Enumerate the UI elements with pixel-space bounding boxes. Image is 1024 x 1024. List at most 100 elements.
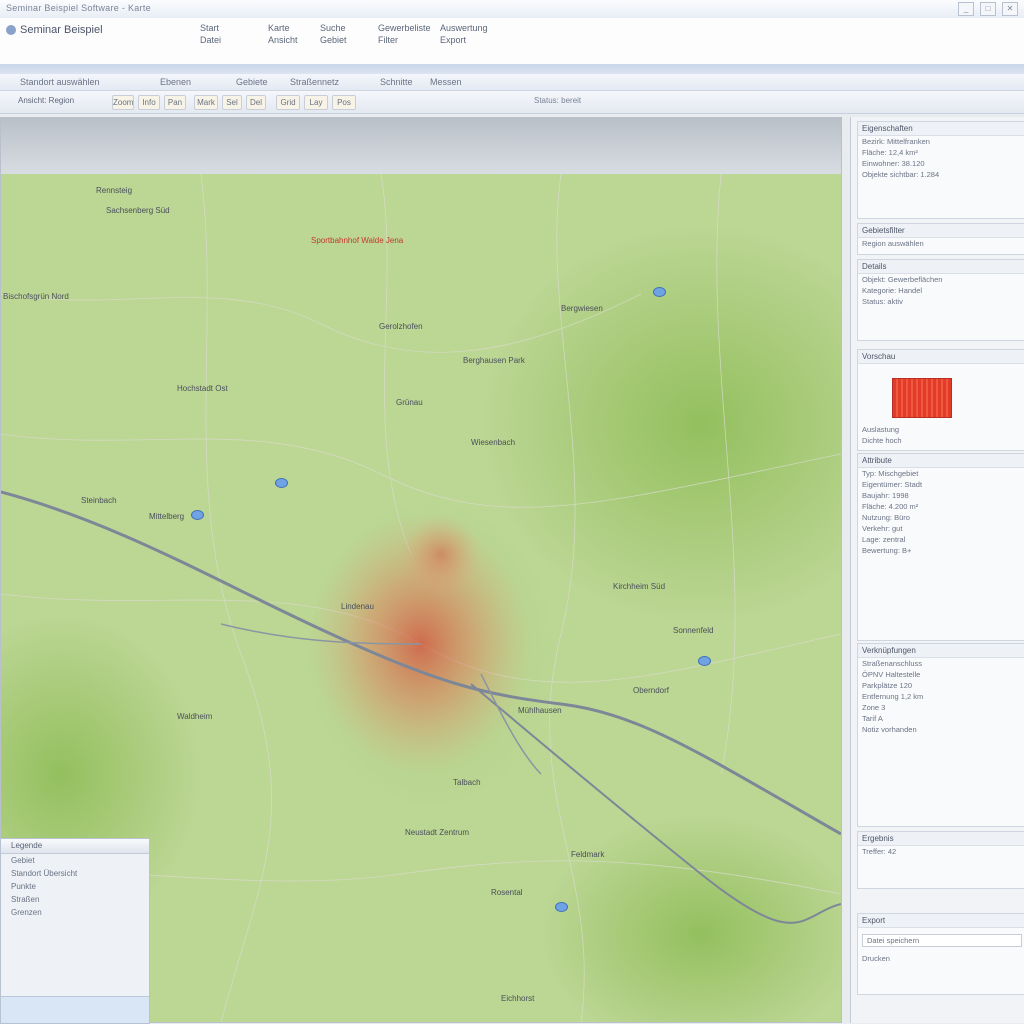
- map-label[interactable]: Oberndorf: [633, 686, 669, 695]
- section-title: Verknüpfungen: [858, 644, 1024, 658]
- ribbon-group-karte[interactable]: Karte Ansicht: [268, 22, 298, 46]
- map-label[interactable]: Sportbahnhof Walde Jena: [311, 236, 403, 245]
- section-row: Auslastung: [862, 425, 900, 434]
- mark-button[interactable]: Mark: [194, 95, 218, 110]
- location-pin-icon[interactable]: [555, 902, 568, 912]
- map-label[interactable]: Bergwiesen: [561, 304, 603, 313]
- section-row: Bezirk: Mittelfranken: [862, 137, 930, 146]
- ribbon-group-gewerbe[interactable]: Gewerbeliste Filter: [378, 22, 431, 46]
- delete-button[interactable]: Del: [246, 95, 266, 110]
- legend-row[interactable]: Straßen: [1, 893, 149, 906]
- maximize-button[interactable]: □: [980, 2, 996, 16]
- panel-section-links: Verknüpfungen Straßenanschluss ÖPNV Halt…: [857, 643, 1024, 827]
- save-button[interactable]: Datei speichern: [862, 934, 1022, 947]
- density-thumbnail[interactable]: [892, 378, 952, 418]
- urban-density-area: [401, 514, 481, 594]
- legend-row[interactable]: Grenzen: [1, 906, 149, 919]
- zoom-button[interactable]: Zoom: [112, 95, 134, 110]
- section-row: Notiz vorhanden: [862, 725, 917, 734]
- toolbar-primary: Standort auswählen Ebenen Gebiete Straße…: [0, 74, 1024, 91]
- section-row: Nutzung: Büro: [862, 513, 910, 522]
- info-button[interactable]: Info: [138, 95, 160, 110]
- map-label[interactable]: Hochstadt Ost: [177, 384, 228, 393]
- map-label[interactable]: Mühlhausen: [518, 706, 562, 715]
- legend-row[interactable]: Punkte: [1, 880, 149, 893]
- legend-row[interactable]: Gebiet: [1, 854, 149, 867]
- section-title: Details: [858, 260, 1024, 274]
- location-pin-icon[interactable]: [653, 287, 666, 297]
- window-title: Seminar Beispiel Software - Karte: [6, 3, 151, 13]
- position-button[interactable]: Pos: [332, 95, 356, 110]
- layer-button[interactable]: Lay: [304, 95, 328, 110]
- map-label[interactable]: Neustadt Zentrum: [405, 828, 469, 837]
- toolbar-item[interactable]: Schnitte: [380, 77, 413, 87]
- location-pin-icon[interactable]: [275, 478, 288, 488]
- panel-section-attributes: Attribute Typ: Mischgebiet Eigentümer: S…: [857, 453, 1024, 641]
- section-row: Einwohner: 38.120: [862, 159, 925, 168]
- legend-row[interactable]: Standort Übersicht: [1, 867, 149, 880]
- section-row: Typ: Mischgebiet: [862, 469, 919, 478]
- menu-bar: [0, 64, 1024, 74]
- map-label[interactable]: Talbach: [453, 778, 481, 787]
- map-label[interactable]: Eichhorst: [501, 994, 534, 1003]
- view-label: Ansicht: Region: [18, 96, 75, 105]
- minimize-button[interactable]: _: [958, 2, 974, 16]
- pan-button[interactable]: Pan: [164, 95, 186, 110]
- section-row: Baujahr: 1998: [862, 491, 909, 500]
- section-row: Entfernung 1,2 km: [862, 692, 924, 701]
- section-row: Objekte sichtbar: 1.284: [862, 170, 940, 179]
- map-label[interactable]: Sachsenberg Süd: [106, 206, 170, 215]
- legend-title[interactable]: Legende: [1, 839, 149, 854]
- toolbar-item[interactable]: Gebiete: [236, 77, 268, 87]
- section-row: Zone 3: [862, 703, 886, 712]
- ribbon-group-auswertung[interactable]: Auswertung Export: [440, 22, 488, 46]
- location-pin-icon[interactable]: [191, 510, 204, 520]
- print-button[interactable]: Drucken: [858, 953, 1024, 964]
- section-title: Export: [858, 914, 1024, 928]
- app-name: Seminar Beispiel: [20, 24, 103, 36]
- ribbon-group-start[interactable]: Start Datei: [200, 22, 221, 46]
- map-label[interactable]: Lindenau: [341, 602, 374, 611]
- section-title: Gebietsfilter: [858, 224, 1024, 238]
- section-row: Lage: zentral: [862, 535, 906, 544]
- region-select[interactable]: Region auswählen: [858, 238, 1024, 249]
- toolbar-item[interactable]: Messen: [430, 77, 462, 87]
- section-row: Dichte hoch: [862, 436, 902, 445]
- map-label[interactable]: Waldheim: [177, 712, 212, 721]
- toolbar-item[interactable]: Straßennetz: [290, 77, 339, 87]
- select-button[interactable]: Sel: [222, 95, 242, 110]
- section-row: Kategorie: Handel: [862, 286, 923, 295]
- panel-section-result: Ergebnis Treffer: 42: [857, 831, 1024, 889]
- map-label[interactable]: Steinbach: [81, 496, 117, 505]
- map-label[interactable]: Kirchheim Süd: [613, 582, 665, 591]
- ribbon-label: Auswertung: [440, 23, 488, 33]
- panel-section-properties: Eigenschaften Bezirk: Mittelfranken Fläc…: [857, 121, 1024, 219]
- section-row: Bewertung: B+: [862, 546, 912, 555]
- close-button[interactable]: ✕: [1002, 2, 1018, 16]
- section-row: Straßenanschluss: [862, 659, 923, 668]
- map-label[interactable]: Gerolzhofen: [379, 322, 423, 331]
- section-row: Objekt: Gewerbeflächen: [862, 275, 943, 284]
- map-label[interactable]: Feldmark: [571, 850, 604, 859]
- map-label[interactable]: Rennsteig: [96, 186, 132, 195]
- app-logo[interactable]: Seminar Beispiel: [6, 24, 103, 36]
- toolbar-item[interactable]: Ebenen: [160, 77, 191, 87]
- ribbon-group-suche[interactable]: Suche Gebiet: [320, 22, 347, 46]
- section-title: Eigenschaften: [858, 122, 1024, 136]
- map-label[interactable]: Mittelberg: [149, 512, 184, 521]
- section-row: Parkplätze 120: [862, 681, 913, 690]
- location-pin-icon[interactable]: [698, 656, 711, 666]
- ribbon-label: Suche: [320, 23, 346, 33]
- ribbon-label: Start: [200, 23, 220, 33]
- map-label[interactable]: Rosental: [491, 888, 523, 897]
- map-label[interactable]: Bischofsgrün Nord: [3, 292, 69, 301]
- ribbon: Seminar Beispiel Start Datei Karte Ansicht…: [0, 18, 1024, 65]
- map-label[interactable]: Sonnenfeld: [673, 626, 713, 635]
- map-label[interactable]: Wiesenbach: [471, 438, 515, 447]
- app-icon: [6, 25, 16, 35]
- map-label[interactable]: Grünau: [396, 398, 423, 407]
- grid-button[interactable]: Grid: [276, 95, 300, 110]
- map-label[interactable]: Berghausen Park: [463, 356, 525, 365]
- status-text: Status: bereit: [534, 96, 582, 105]
- toolbar-item[interactable]: Standort auswählen: [20, 77, 100, 87]
